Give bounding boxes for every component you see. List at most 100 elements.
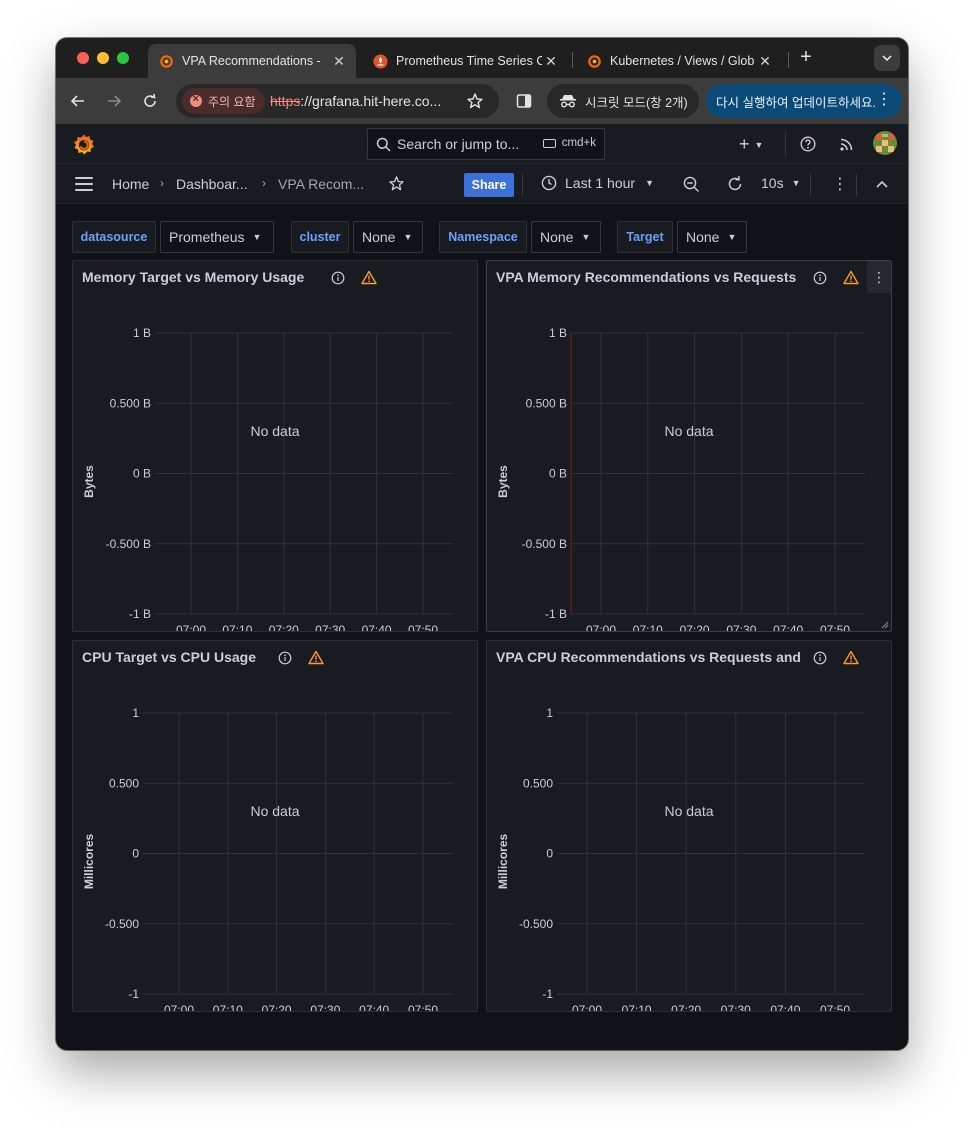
news-feed-icon[interactable] bbox=[839, 136, 855, 152]
chevron-right-icon: › bbox=[262, 176, 266, 190]
variable-select-namespace[interactable]: None ▼ bbox=[531, 221, 601, 253]
variable-value: None bbox=[540, 229, 574, 245]
tab-title: Kubernetes / Views / Glob bbox=[610, 54, 755, 68]
y-tick-label: -0.500 B bbox=[522, 537, 567, 551]
y-axis-label: Bytes bbox=[496, 465, 510, 498]
info-icon[interactable] bbox=[813, 271, 827, 285]
time-series-plot: 1 0.500 0 -0.500 -1 07:00 07:10 07:20 07:30 07:40… bbox=[82, 706, 453, 1011]
refresh-interval-picker[interactable]: 10s ▼ bbox=[761, 175, 801, 191]
x-tick-label: 07:20 bbox=[680, 623, 710, 631]
variable-value: None bbox=[686, 229, 720, 245]
bookmark-star-icon[interactable] bbox=[466, 92, 484, 110]
variable-label-target: Target bbox=[617, 221, 673, 253]
y-tick-label: -1 B bbox=[545, 607, 567, 621]
add-new-button[interactable]: + ▼ bbox=[739, 134, 763, 155]
x-tick-label: 07:10 bbox=[622, 1003, 652, 1011]
incognito-indicator[interactable]: 시크릿 모드(창 2개) bbox=[547, 84, 699, 118]
variable-value: Prometheus bbox=[169, 229, 245, 245]
breadcrumb-dashboards[interactable]: Dashboar... bbox=[176, 176, 248, 192]
panel-title: Memory Target vs Memory Usage bbox=[82, 269, 305, 285]
tab-search-button[interactable] bbox=[874, 45, 900, 71]
x-tick-label: 07:10 bbox=[222, 623, 252, 631]
x-tick-label: 07:40 bbox=[770, 1003, 800, 1011]
x-tick-label: 07:40 bbox=[773, 623, 803, 631]
close-icon[interactable]: ✕ bbox=[330, 52, 348, 70]
warning-icon[interactable] bbox=[843, 650, 859, 665]
menu-icon[interactable] bbox=[75, 177, 93, 191]
y-tick-label: 0 bbox=[132, 847, 139, 861]
time-series-plot: 1 0.500 0 -0.500 -1 07:00 07:10 07:20 07:30 07:40… bbox=[496, 706, 865, 1011]
time-range-picker[interactable]: Last 1 hour ▼ bbox=[541, 175, 654, 191]
tab-prometheus[interactable]: Prometheus Time Series C ✕ bbox=[362, 44, 568, 78]
x-tick-label: 07:20 bbox=[262, 1003, 292, 1011]
more-options-icon[interactable]: ⋮ bbox=[832, 174, 848, 194]
window-close-button[interactable] bbox=[77, 52, 89, 64]
window-maximize-button[interactable] bbox=[117, 52, 129, 64]
update-chrome-button[interactable]: 다시 실행하여 업데이트하세요. ⋮ bbox=[706, 84, 902, 118]
search-input[interactable]: Search or jump to... cmd+k bbox=[367, 128, 605, 160]
chrome-menu-icon[interactable]: ⋮ bbox=[876, 92, 892, 108]
security-warning-chip[interactable]: 주의 요함 bbox=[182, 88, 265, 114]
zoom-out-icon[interactable] bbox=[683, 176, 700, 193]
breadcrumb-home[interactable]: Home bbox=[112, 176, 149, 192]
forward-button[interactable] bbox=[104, 91, 124, 111]
incognito-icon bbox=[560, 95, 576, 108]
clock-icon bbox=[541, 175, 557, 191]
shortcut-text: cmd+k bbox=[561, 137, 596, 149]
chevron-up-icon[interactable] bbox=[875, 178, 889, 190]
warning-icon[interactable] bbox=[843, 270, 859, 285]
grafana-icon bbox=[158, 53, 174, 69]
plus-icon: + bbox=[739, 134, 750, 154]
window-minimize-button[interactable] bbox=[97, 52, 109, 64]
tab-vpa-recommendations[interactable]: VPA Recommendations - ✕ bbox=[148, 44, 356, 78]
y-axis-label: Bytes bbox=[82, 465, 96, 498]
update-label: 다시 실행하여 업데이트하세요. bbox=[716, 95, 876, 110]
chevron-down-icon: ▼ bbox=[581, 232, 591, 242]
close-icon[interactable]: ✕ bbox=[756, 52, 774, 70]
panel-menu-button[interactable]: ⋮ bbox=[867, 261, 891, 293]
warning-icon[interactable] bbox=[361, 270, 377, 285]
y-tick-label: 0 bbox=[546, 847, 553, 861]
panel-vpa-cpu-recommendations[interactable]: VPA CPU Recommendations vs Requests and … bbox=[486, 640, 892, 1012]
variable-select-cluster[interactable]: None ▼ bbox=[353, 221, 423, 253]
address-bar[interactable]: 주의 요함 https://grafana.hit-here.co... bbox=[176, 84, 499, 118]
grafana-logo-icon[interactable] bbox=[72, 133, 96, 157]
info-icon[interactable] bbox=[813, 651, 827, 665]
x-tick-label: 07:00 bbox=[586, 623, 616, 631]
y-tick-label: -0.500 bbox=[519, 917, 553, 931]
warning-icon[interactable] bbox=[308, 650, 324, 665]
chevron-down-icon: ▼ bbox=[252, 232, 262, 242]
variable-select-target[interactable]: None ▼ bbox=[677, 221, 747, 253]
side-panel-icon[interactable] bbox=[516, 93, 532, 109]
favorite-star-icon[interactable] bbox=[388, 175, 405, 192]
y-tick-label: -0.500 bbox=[105, 917, 139, 931]
close-icon[interactable]: ✕ bbox=[542, 52, 560, 70]
info-icon[interactable] bbox=[331, 271, 345, 285]
new-tab-button[interactable]: + bbox=[796, 47, 816, 69]
panel-cpu-target-vs-usage[interactable]: CPU Target vs CPU Usage 1 0.500 0 -0.500 -1 0… bbox=[72, 640, 478, 1012]
user-avatar[interactable] bbox=[873, 131, 897, 155]
search-shortcut: cmd+k bbox=[542, 137, 596, 149]
time-series-plot: 1 B 0.500 B 0 B -0.500 B -1 B 07:00 07:10 07:20… bbox=[82, 326, 453, 631]
panel-title: CPU Target vs CPU Usage bbox=[82, 649, 257, 665]
x-tick-label: 07:20 bbox=[269, 623, 299, 631]
back-button[interactable] bbox=[68, 91, 88, 111]
tab-kubernetes-views[interactable]: Kubernetes / Views / Glob ✕ bbox=[576, 44, 782, 78]
x-tick-label: 07:00 bbox=[164, 1003, 194, 1011]
x-tick-label: 07:20 bbox=[671, 1003, 701, 1011]
search-icon bbox=[376, 137, 391, 152]
share-button[interactable]: Share bbox=[464, 173, 514, 197]
x-tick-label: 07:50 bbox=[408, 1003, 438, 1011]
panel-vpa-memory-recommendations[interactable]: VPA Memory Recommendations vs Requests ⋮… bbox=[486, 260, 892, 632]
incognito-label: 시크릿 모드(창 2개) bbox=[585, 95, 688, 110]
variable-select-datasource[interactable]: Prometheus ▼ bbox=[160, 221, 274, 253]
help-icon[interactable] bbox=[800, 136, 816, 152]
y-axis-label: Millicores bbox=[82, 834, 96, 890]
panel-memory-target-vs-usage[interactable]: Memory Target vs Memory Usage 1 B 0.500 B… bbox=[72, 260, 478, 632]
variable-label-datasource: datasource bbox=[72, 221, 156, 253]
y-tick-label: -1 bbox=[128, 987, 139, 1001]
info-icon[interactable] bbox=[278, 651, 292, 665]
reload-button[interactable] bbox=[140, 91, 160, 111]
refresh-icon[interactable] bbox=[726, 175, 744, 193]
url-scheme: https bbox=[270, 93, 301, 109]
